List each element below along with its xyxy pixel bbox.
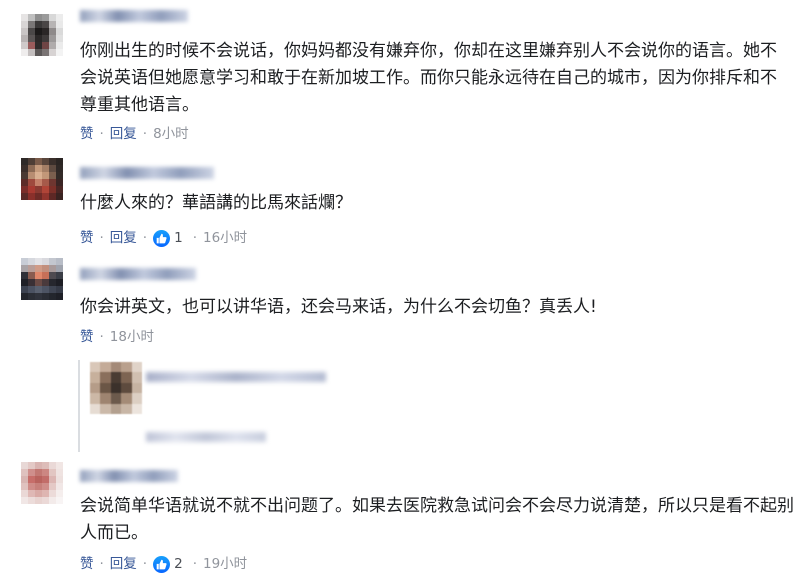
reply-button[interactable]: 回复: [110, 554, 137, 574]
comment-text: 会说简单华语就说不就不出问题了。如果去医院救急试问会不会尽力说清楚，所以只是看不…: [80, 496, 794, 543]
timestamp[interactable]: 19小时: [203, 554, 247, 574]
like-button[interactable]: 赞: [80, 124, 94, 144]
like-button[interactable]: 赞: [80, 554, 94, 574]
like-button[interactable]: 赞: [80, 327, 94, 347]
like-count: 2: [174, 556, 183, 572]
separator: ·: [99, 556, 104, 572]
reply-button[interactable]: 回复: [110, 228, 137, 248]
separator: ·: [192, 230, 197, 246]
commenter-name[interactable]: [80, 167, 214, 179]
separator: ·: [142, 126, 148, 142]
separator: ·: [99, 126, 104, 142]
reactions-badge[interactable]: 2: [153, 554, 183, 574]
timestamp[interactable]: 16小时: [203, 228, 247, 248]
commenter-name[interactable]: [80, 10, 188, 22]
separator: ·: [99, 230, 104, 246]
comment-actions: 赞 · 回复 · 8小时: [80, 124, 189, 144]
comment-text: 你会讲英文，也可以讲华语，还会马来话，为什么不会切鱼？真丢人!: [80, 297, 597, 317]
avatar[interactable]: [21, 14, 63, 56]
like-count: 1: [174, 230, 183, 246]
like-button[interactable]: 赞: [80, 228, 94, 248]
preview-subtitle: [146, 432, 266, 442]
reactions-badge[interactable]: 1: [153, 228, 183, 248]
comment-text: 你刚出生的时候不会说话，你妈妈都没有嫌弃你，你却在这里嫌弃别人不会说你的语言。她…: [80, 41, 777, 115]
separator: ·: [99, 329, 104, 345]
commenter-name[interactable]: [80, 268, 196, 280]
comment-actions: 赞 · 回复 · 1 · 16小时: [80, 228, 247, 248]
reply-button[interactable]: 回复: [110, 124, 137, 144]
comment-text: 什麼人來的？華語講的比馬來話爛？: [80, 193, 352, 213]
separator: ·: [192, 556, 197, 572]
avatar[interactable]: [21, 258, 63, 300]
timestamp[interactable]: 8小时: [153, 124, 189, 144]
separator: ·: [142, 230, 148, 246]
commenter-name[interactable]: [80, 470, 178, 482]
timestamp[interactable]: 18小时: [110, 327, 154, 347]
separator: ·: [142, 556, 148, 572]
nested-reply-preview[interactable]: [78, 360, 330, 452]
preview-thumbnail: [90, 362, 142, 414]
comment-actions: 赞 · 回复 · 2 · 19小时: [80, 554, 247, 574]
comment-actions: 赞 · 18小时: [80, 327, 154, 347]
thumbs-up-icon: [153, 229, 171, 247]
avatar[interactable]: [21, 462, 63, 504]
preview-title: [146, 372, 326, 382]
thumbs-up-icon: [153, 555, 171, 573]
avatar[interactable]: [21, 158, 63, 200]
